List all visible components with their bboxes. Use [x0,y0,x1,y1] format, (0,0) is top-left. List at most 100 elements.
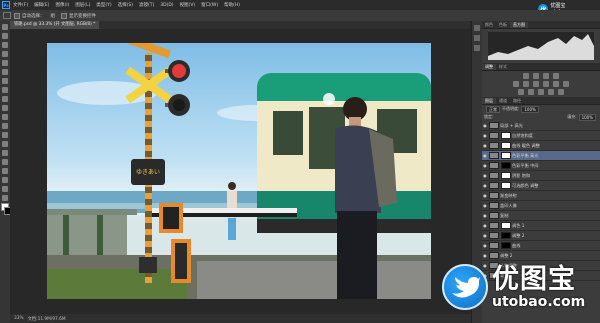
visibility-eye-icon[interactable]: ● [482,193,488,198]
quick-select-tool-icon[interactable] [2,51,8,57]
visibility-eye-icon[interactable]: ● [482,173,488,178]
brightness-icon[interactable] [523,73,529,79]
tab-paths[interactable]: 路径 [510,98,524,104]
shape-tool-icon[interactable] [2,177,8,183]
layer-row[interactable]: ● 调整 2 [482,251,600,261]
fill-input[interactable]: 100% [578,113,596,121]
visibility-eye-icon[interactable]: ● [482,233,488,238]
show-transform-checkbox[interactable] [61,12,67,19]
layer-row[interactable]: ● 局部 + 高光 [482,121,600,131]
layer-mask [501,182,511,189]
info-panel-icon[interactable] [474,45,480,51]
healing-brush-tool-icon[interactable] [2,78,8,84]
menu-view[interactable]: 视图(V) [180,2,196,8]
visibility-eye-icon[interactable]: ● [482,203,488,208]
lasso-tool-icon[interactable] [2,42,8,48]
visibility-eye-icon[interactable]: ● [482,143,488,148]
canvas-area[interactable]: ゆきあい [10,29,471,314]
document-tab[interactable]: 铁路.psd @ 33.3% (开 文图层, RGB/8) * [10,21,100,29]
history-panel-icon[interactable] [474,25,480,31]
hand-tool-icon[interactable] [2,186,8,192]
layer-row[interactable]: ● 曲线 [482,241,600,251]
levels-icon[interactable] [533,73,539,79]
tab-color[interactable]: 颜色 [482,22,496,28]
visibility-eye-icon[interactable]: ● [482,123,488,128]
layer-mask [501,162,511,169]
curves-icon[interactable] [543,73,549,79]
photo-filter-icon[interactable] [553,81,559,87]
zoom-tool-icon[interactable] [2,195,8,201]
menu-image[interactable]: 图像(I) [55,2,69,8]
invert-icon[interactable] [518,89,524,95]
hue-saturation-icon[interactable] [523,81,529,87]
layer-row[interactable]: ● 盖印人像 [482,201,600,211]
menu-select[interactable]: 选择(S) [118,2,133,8]
exposure-icon[interactable] [553,73,559,79]
move-tool-icon[interactable] [3,12,11,19]
properties-panel-icon[interactable] [474,35,480,41]
auto-select-dropdown[interactable]: 组 [51,13,56,19]
layer-row[interactable]: ● 调色 1 [482,221,600,231]
type-tool-icon[interactable] [2,159,8,165]
gradient-tool-icon[interactable] [2,123,8,129]
layer-row[interactable]: ● 渐变映射 [482,191,600,201]
tab-styles[interactable]: 样式 [496,64,510,70]
menu-type[interactable]: 类型(Y) [96,2,111,8]
menu-bar: Ps 文件(F) 编辑(E) 图像(I) 图层(L) 类型(Y) 选择(S) 滤… [0,0,600,10]
tab-swatches[interactable]: 色板 [496,22,510,28]
history-brush-tool-icon[interactable] [2,105,8,111]
doc-size[interactable]: 文档:11.9M/97.6M [28,316,66,322]
eraser-tool-icon[interactable] [2,114,8,120]
layer-row[interactable]: ● 调整 2 [482,231,600,241]
posterize-icon[interactable] [528,89,534,95]
visibility-eye-icon[interactable]: ● [482,183,488,188]
layer-row[interactable]: ● 复制 [482,211,600,221]
vibrance-icon[interactable] [513,81,519,87]
layer-row[interactable]: ● 色彩平衡 中间 [482,161,600,171]
menu-3d[interactable]: 3D(D) [160,3,173,8]
visibility-eye-icon[interactable]: ● [482,253,488,258]
gradient-map-icon[interactable] [548,89,554,95]
layer-row-selected[interactable]: ● 色彩平衡 高光 [482,151,600,161]
blend-mode-select[interactable]: 正常 [486,105,500,113]
layer-row[interactable]: ● 可选颜色 调整 [482,181,600,191]
menu-window[interactable]: 窗口(W) [201,2,218,8]
layers-list: ● 局部 + 高光 ● 自然饱和度 ● 曲线 暖色 调整 ● 色彩平衡 高光 ● 色彩平衡… [482,121,600,281]
visibility-eye-icon[interactable]: ● [482,153,488,158]
marquee-tool-icon[interactable] [2,33,8,39]
layer-row[interactable]: ● 阴影 饱和 [482,171,600,181]
black-white-icon[interactable] [543,81,549,87]
menu-help[interactable]: 帮助(H) [224,2,240,8]
auto-select-checkbox[interactable] [14,12,20,19]
blur-tool-icon[interactable] [2,132,8,138]
channel-mixer-icon[interactable] [563,81,569,87]
menu-edit[interactable]: 编辑(E) [34,2,49,8]
visibility-eye-icon[interactable]: ● [482,223,488,228]
opacity-input[interactable]: 100% [521,105,539,113]
clone-stamp-tool-icon[interactable] [2,96,8,102]
color-balance-icon[interactable] [533,81,539,87]
menu-file[interactable]: 文件(F) [13,2,28,8]
brush-tool-icon[interactable] [2,87,8,93]
visibility-eye-icon[interactable]: ● [482,163,488,168]
visibility-eye-icon[interactable]: ● [482,243,488,248]
eyedropper-tool-icon[interactable] [2,69,8,75]
tab-adjustments[interactable]: 调整 [482,64,496,70]
layer-row[interactable]: ● 自然饱和度 [482,131,600,141]
layer-row[interactable]: ● 曲线 暖色 调整 [482,141,600,151]
crop-tool-icon[interactable] [2,60,8,66]
dodge-tool-icon[interactable] [2,141,8,147]
selective-color-icon[interactable] [558,89,564,95]
pen-tool-icon[interactable] [2,150,8,156]
threshold-icon[interactable] [538,89,544,95]
tab-channels[interactable]: 通道 [496,98,510,104]
menu-layer[interactable]: 图层(L) [75,2,90,8]
tab-layers[interactable]: 图层 [482,98,496,104]
visibility-eye-icon[interactable]: ● [482,213,488,218]
path-select-tool-icon[interactable] [2,168,8,174]
tab-histogram[interactable]: 直方图 [510,22,528,28]
visibility-eye-icon[interactable]: ● [482,133,488,138]
menu-filter[interactable]: 滤镜(T) [139,2,154,8]
zoom-level[interactable]: 33% [14,316,24,321]
move-tool-icon[interactable] [2,24,8,30]
